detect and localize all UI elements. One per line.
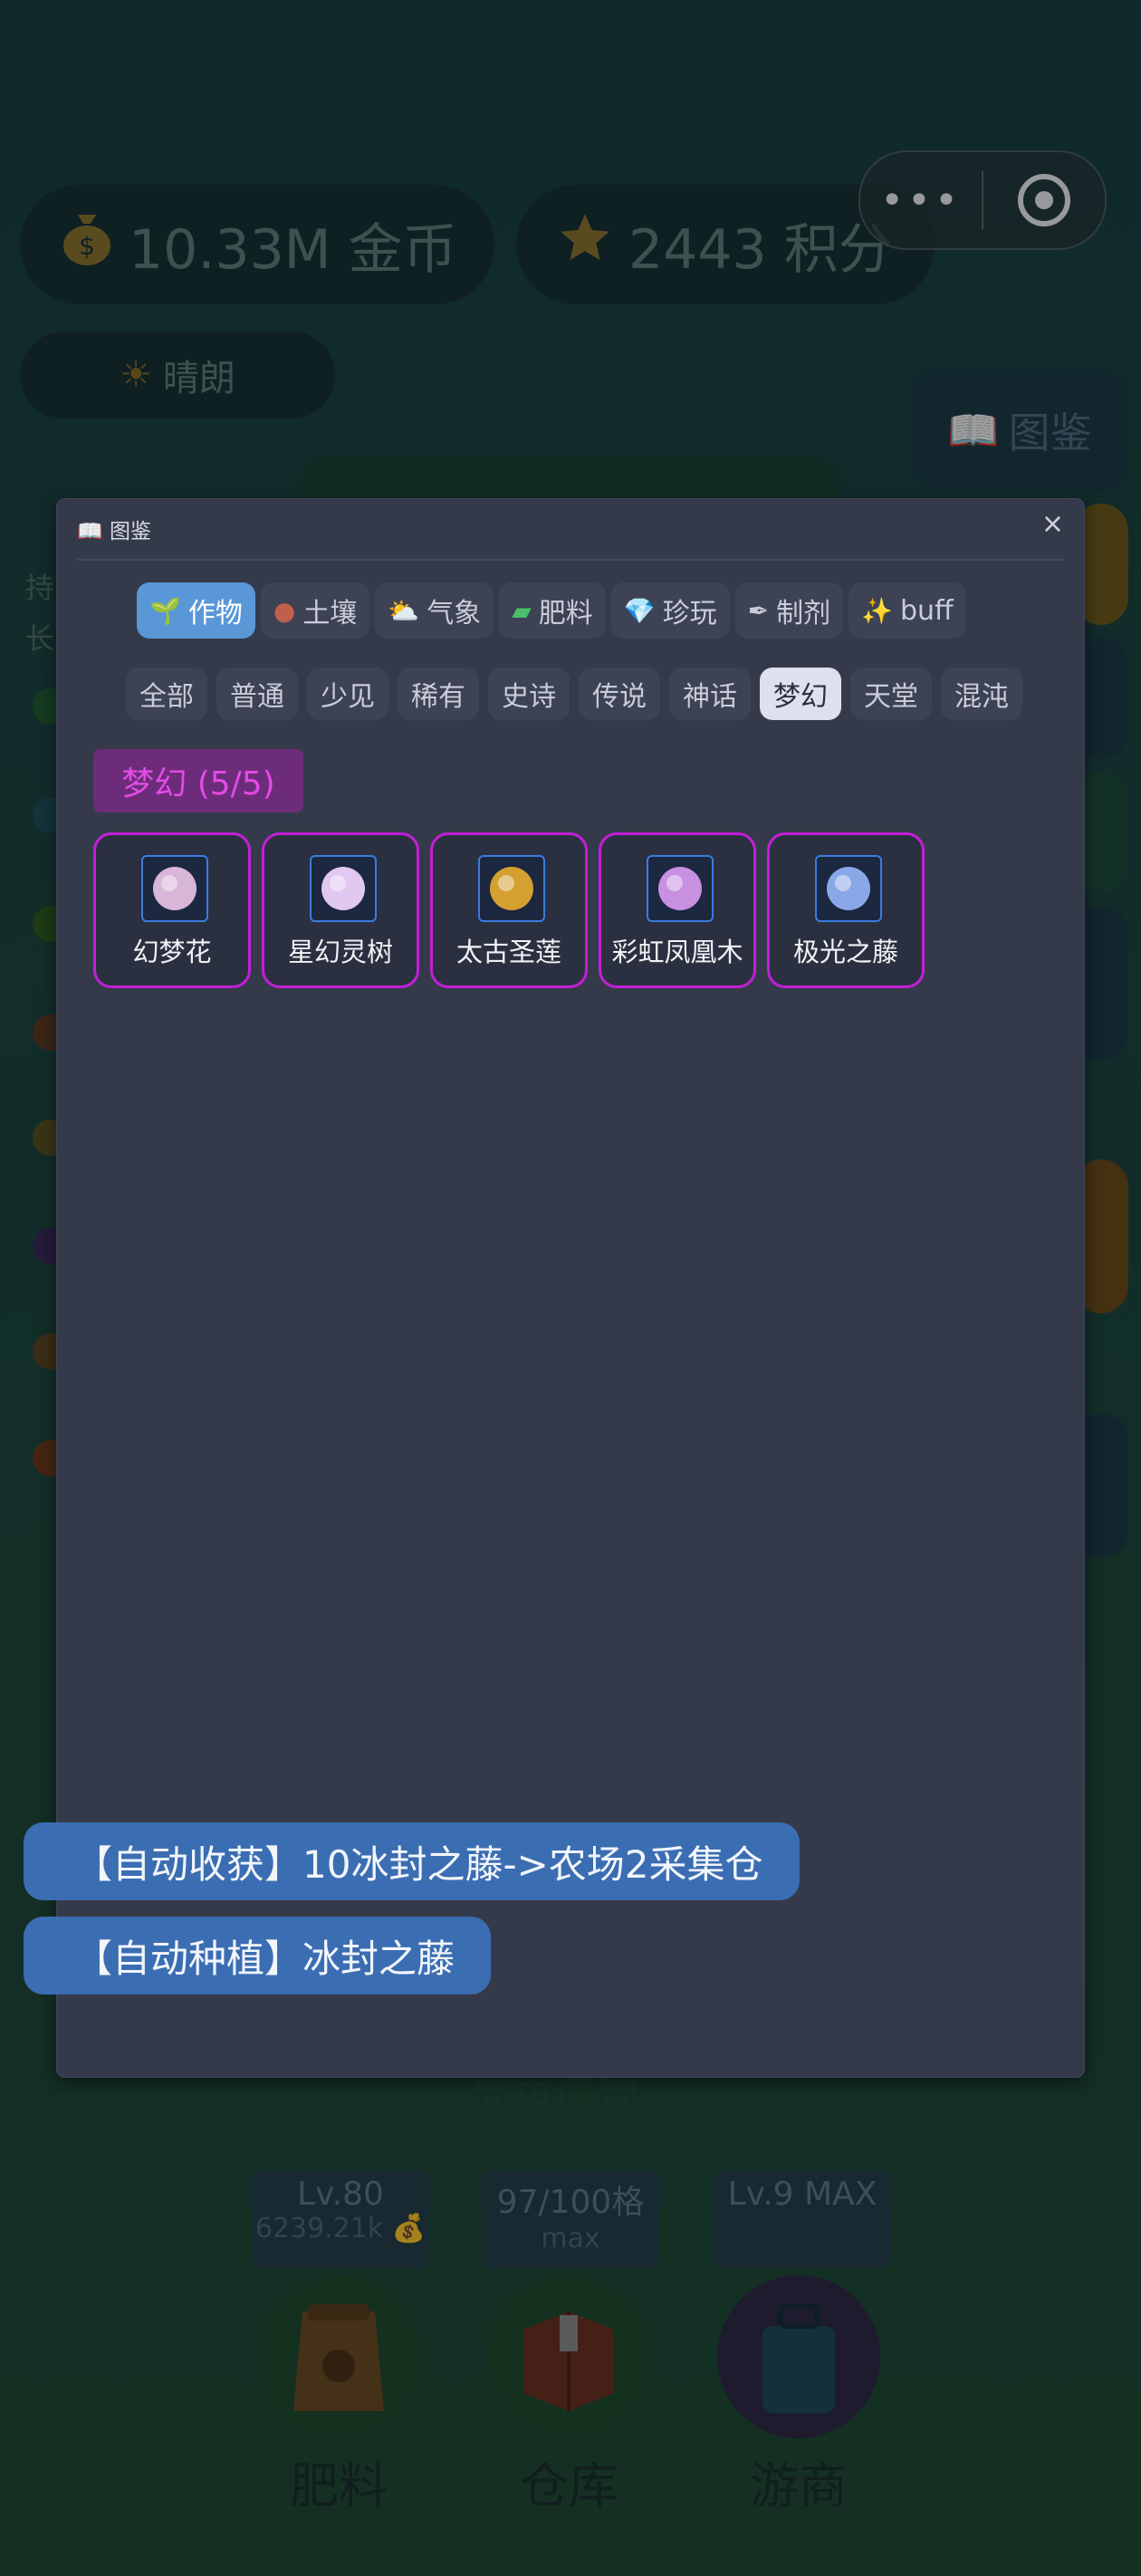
- rarity-filter[interactable]: 梦幻: [760, 668, 841, 720]
- rarity-filters: 全部 普通 少见 稀有 史诗 传说 神话 梦幻 天堂 混沌: [126, 668, 1022, 720]
- dream-flower-icon: [141, 855, 208, 922]
- modal-header: 📖 图鉴 ×: [57, 499, 1084, 559]
- toast-auto-harvest: 【自动收获】10冰封之藤->农场2采集仓: [24, 1822, 800, 1900]
- modal-title: 📖 图鉴: [77, 520, 151, 543]
- rarity-filter[interactable]: 少见: [307, 668, 388, 720]
- tab-treasures[interactable]: 💎 珍玩: [610, 582, 730, 639]
- soil-ball-icon: ●: [273, 595, 296, 626]
- rarity-filter[interactable]: 神话: [669, 668, 751, 720]
- sparkles-icon: ✨: [861, 595, 893, 626]
- sprout-icon: 🌱: [149, 595, 181, 626]
- toast-text: 【自动收获】10冰封之藤->农场2采集仓: [74, 1841, 763, 1887]
- category-label: 气象: [427, 598, 482, 630]
- rarity-filter[interactable]: 混沌: [941, 668, 1022, 720]
- item-name: 太古圣莲: [455, 937, 561, 967]
- item-card[interactable]: 极光之藤: [767, 832, 925, 988]
- category-label: 制剂: [776, 598, 831, 630]
- item-card[interactable]: 星幻灵树: [262, 832, 419, 988]
- tab-weather[interactable]: ⛅ 气象: [375, 582, 494, 639]
- category-label: 珍玩: [662, 598, 717, 630]
- item-card[interactable]: 太古圣莲: [430, 832, 588, 988]
- tab-fertilizer[interactable]: ▰ 肥料: [499, 582, 606, 639]
- toast-auto-plant: 【自动种植】冰封之藤: [24, 1917, 492, 1994]
- header-divider: [77, 559, 1064, 561]
- tab-buff[interactable]: ✨ buff: [849, 582, 966, 639]
- rainbow-phoenix-wood-icon: [647, 855, 714, 922]
- item-grid: 幻梦花 星幻灵树 太古圣莲 彩虹凤凰木 极光之藤: [93, 832, 925, 988]
- item-card[interactable]: 彩虹凤凰木: [599, 832, 756, 988]
- item-name: 彩虹凤凰木: [611, 937, 743, 967]
- fertilizer-tube-icon: ▰: [512, 595, 532, 626]
- category-tabs: 🌱 作物 ● 土壤 ⛅ 气象 ▰ 肥料 💎 珍玩 ✒ 制剂 ✨ buff: [137, 582, 966, 639]
- section-header: 梦幻 (5/5): [93, 749, 303, 812]
- rarity-filter[interactable]: 传说: [579, 668, 660, 720]
- gem-icon: 💎: [623, 595, 656, 626]
- tab-potions[interactable]: ✒ 制剂: [734, 582, 844, 639]
- category-label: buff: [899, 594, 954, 627]
- rarity-filter[interactable]: 天堂: [850, 668, 932, 720]
- category-label: 肥料: [538, 598, 593, 630]
- item-card[interactable]: 幻梦花: [93, 832, 251, 988]
- item-name: 幻梦花: [132, 937, 212, 967]
- rarity-filter[interactable]: 全部: [126, 668, 207, 720]
- tab-soil[interactable]: ● 土壤: [260, 582, 370, 639]
- rarity-filter[interactable]: 稀有: [398, 668, 479, 720]
- tab-crops[interactable]: 🌱 作物: [137, 582, 255, 639]
- aurora-vine-icon: [815, 855, 882, 922]
- ancient-lotus-icon: [478, 855, 545, 922]
- star-spirit-tree-icon: [310, 855, 377, 922]
- close-icon[interactable]: ×: [1041, 508, 1064, 540]
- category-label: 作物: [187, 598, 243, 630]
- item-name: 星幻灵树: [287, 937, 393, 967]
- rarity-filter[interactable]: 普通: [216, 668, 298, 720]
- toast-text: 【自动种植】冰封之藤: [74, 1936, 455, 1981]
- weather-icon: ⛅: [388, 595, 420, 626]
- rarity-filter[interactable]: 史诗: [488, 668, 570, 720]
- syringe-icon: ✒: [747, 595, 770, 626]
- category-label: 土壤: [302, 598, 358, 630]
- item-name: 极光之藤: [792, 937, 898, 967]
